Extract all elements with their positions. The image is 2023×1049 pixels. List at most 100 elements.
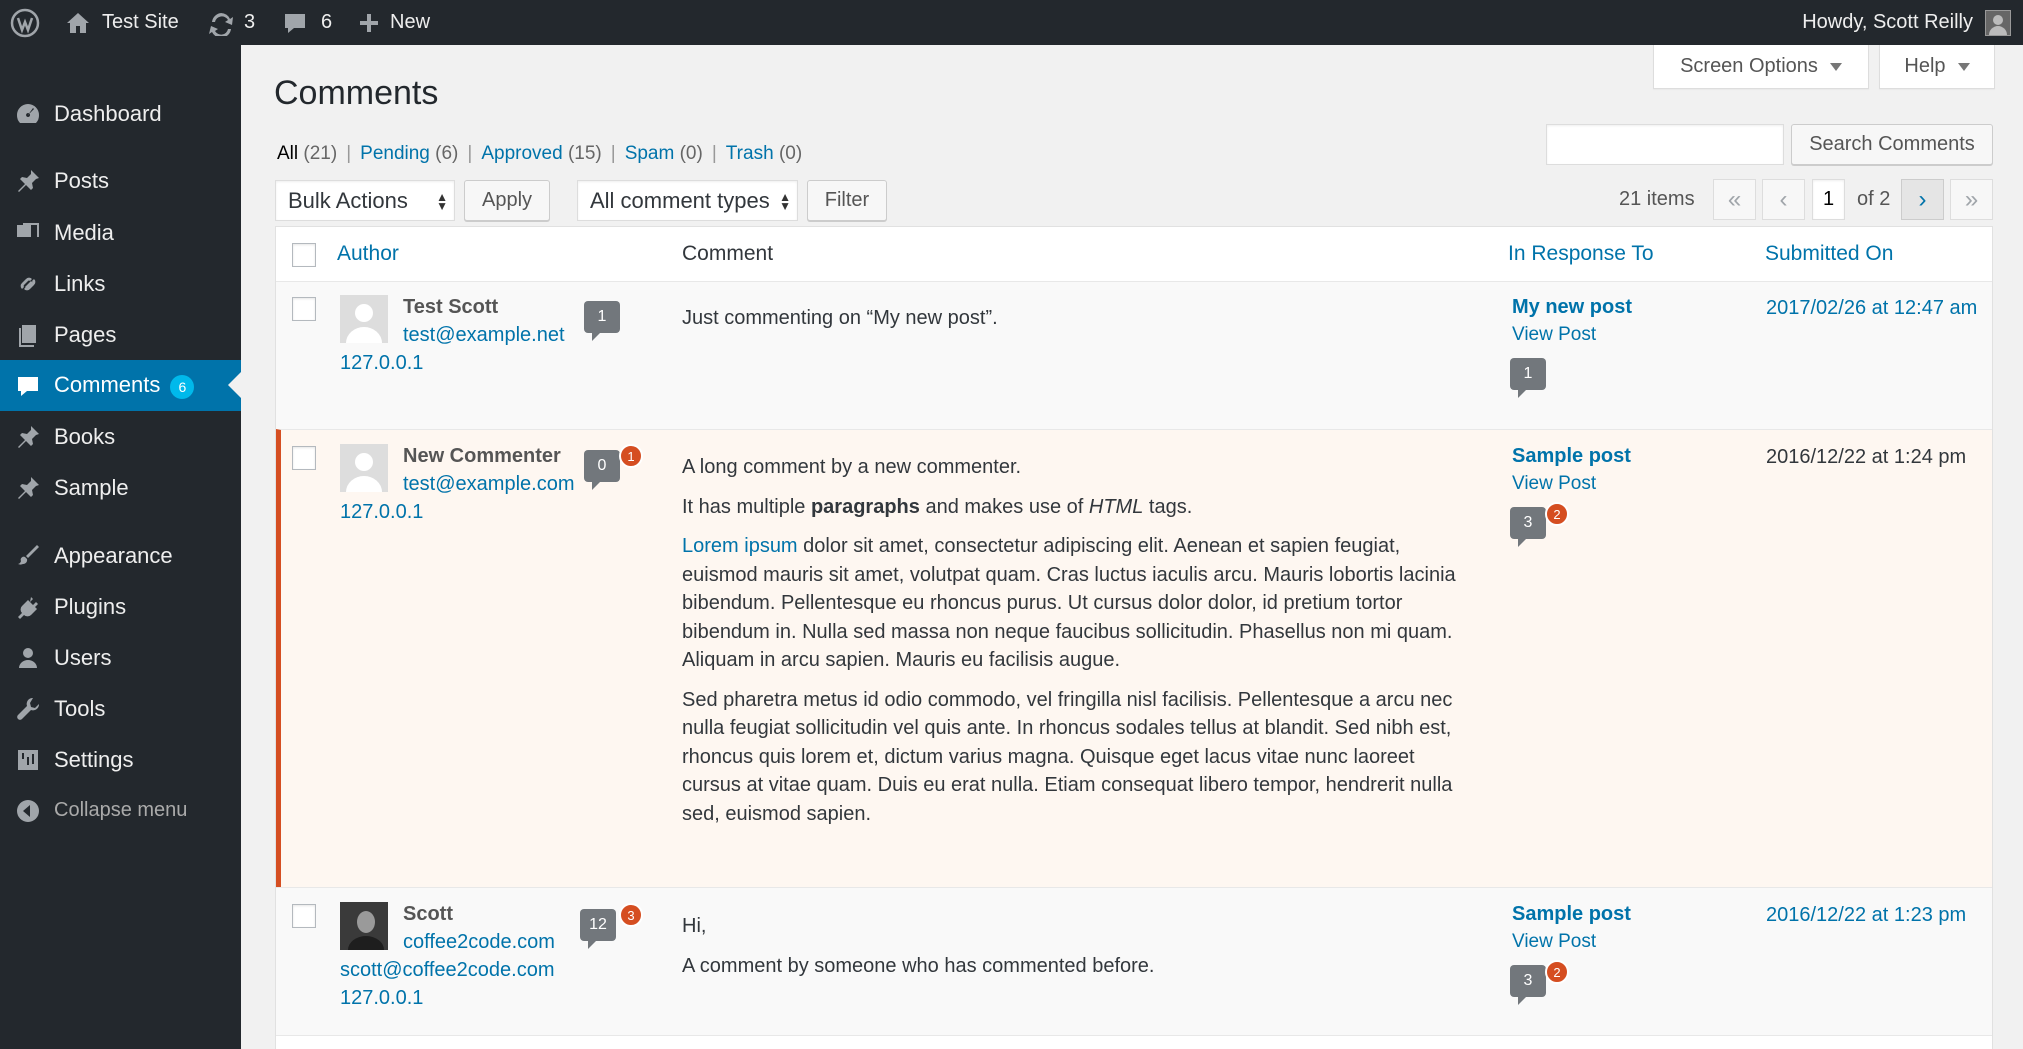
author-ip-link[interactable]: 127.0.0.1 [340, 987, 423, 1010]
filter-label: All [277, 143, 299, 164]
last-page-button[interactable]: » [1950, 179, 1993, 220]
current-page-input[interactable] [1812, 179, 1845, 220]
menu-label: Sample [54, 474, 129, 500]
author-approved-comments-bubble[interactable]: 1 [584, 301, 620, 341]
view-post-link[interactable]: View Post [1512, 473, 1596, 495]
filter-label: Pending [360, 143, 430, 164]
menu-comments[interactable]: Comments 6 [0, 360, 241, 411]
submitted-date: 2016/12/22 at 1:24 pm [1766, 446, 1967, 468]
response-post-link[interactable]: Sample post [1512, 903, 1631, 926]
filter-approved[interactable]: Approved (15) [481, 143, 601, 164]
menu-links[interactable]: Links [0, 258, 241, 309]
column-author[interactable]: Author [337, 226, 399, 281]
user-icon [14, 644, 42, 672]
row-checkbox[interactable] [292, 904, 316, 928]
account-menu[interactable]: Howdy, Scott Reilly [1802, 0, 2011, 45]
author-pending-comments-badge[interactable]: 1 [619, 444, 643, 468]
filter-spam[interactable]: Spam (0) [625, 143, 703, 164]
comment-type-select[interactable]: All comment types ▲ ▼ [577, 180, 798, 221]
filter-pending[interactable]: Pending (6) [360, 143, 458, 164]
site-name-link[interactable]: Test Site [66, 0, 179, 45]
author-approved-comments-bubble[interactable]: 0 [584, 450, 620, 490]
menu-users[interactable]: Users [0, 632, 241, 683]
first-page-button[interactable]: « [1713, 179, 1756, 220]
select-arrows-icon: ▲ ▼ [436, 190, 448, 213]
menu-plugins[interactable]: Plugins [0, 581, 241, 632]
menu-books[interactable]: Books [0, 411, 241, 462]
link-icon [14, 270, 42, 298]
menu-media[interactable]: Media [0, 207, 241, 258]
author-url-link[interactable]: coffee2code.com [403, 931, 555, 954]
menu-appearance[interactable]: Appearance [0, 530, 241, 581]
prev-page-button[interactable]: ‹ [1762, 179, 1805, 220]
filter-trash[interactable]: Trash (0) [726, 143, 802, 164]
author-email-link[interactable]: test@example.com [403, 473, 574, 496]
screen-options-button[interactable]: Screen Options [1653, 45, 1869, 89]
filter-button[interactable]: Filter [807, 180, 887, 221]
post-approved-comments-bubble[interactable]: 3 [1510, 965, 1546, 1005]
response-post-link[interactable]: Sample post [1512, 445, 1631, 468]
menu-label: Appearance [54, 542, 173, 568]
post-approved-comments-bubble[interactable]: 3 [1510, 507, 1546, 547]
author-pending-comments-badge[interactable]: 3 [619, 903, 643, 927]
post-approved-comments-bubble[interactable]: 1 [1510, 358, 1546, 398]
menu-label: Collapse menu [54, 799, 188, 821]
author-ip-link[interactable]: 127.0.0.1 [340, 352, 423, 375]
page-title: Comments [274, 74, 439, 112]
greeting: Howdy, Scott Reilly [1802, 11, 1973, 33]
new-content-link[interactable]: New [358, 0, 430, 45]
collapse-icon [14, 797, 42, 825]
row-checkbox[interactable] [292, 297, 316, 321]
media-icon [14, 219, 42, 247]
comment-icon [14, 372, 42, 400]
filter-count: (0) [778, 143, 803, 164]
menu-label: Media [54, 219, 114, 245]
menu-pages[interactable]: Pages [0, 309, 241, 360]
search-comments-button[interactable]: Search Comments [1791, 124, 1993, 165]
menu-settings[interactable]: Settings [0, 734, 241, 785]
post-pending-comments-badge[interactable]: 2 [1545, 502, 1569, 526]
avatar [340, 902, 388, 950]
menu-label: Links [54, 270, 106, 296]
menu-label: Books [54, 423, 116, 449]
filter-count: (6) [435, 143, 459, 164]
text: and makes use of [919, 495, 1089, 518]
submitted-date-link[interactable]: 2017/02/26 at 12:47 am [1766, 294, 1986, 323]
wrench-icon [14, 695, 42, 723]
search-input[interactable] [1546, 124, 1784, 165]
post-pending-comments-badge[interactable]: 2 [1545, 960, 1569, 984]
collapse-menu-button[interactable]: Collapse menu [0, 785, 241, 836]
row-checkbox[interactable] [292, 446, 316, 470]
bulk-actions-select[interactable]: Bulk Actions ▲ ▼ [275, 180, 455, 221]
help-button[interactable]: Help [1879, 45, 1995, 89]
separator: | [467, 143, 473, 164]
author-email-link[interactable]: test@example.net [403, 324, 565, 347]
column-submitted-on[interactable]: Submitted On [1765, 226, 1893, 281]
updates-link[interactable]: 3 [208, 0, 255, 45]
response-post-link[interactable]: My new post [1512, 296, 1632, 319]
filter-all[interactable]: All (21) [277, 143, 337, 164]
comments-link[interactable]: 6 [283, 0, 332, 45]
menu-posts[interactable]: Posts [0, 155, 241, 206]
submitted-date-link[interactable]: 2016/12/22 at 1:23 pm [1766, 901, 1986, 930]
filter-count: (15) [567, 143, 602, 164]
new-label: New [390, 11, 431, 33]
status-filter-links: All (21) | Pending (6) | Approved (15) | Spam … [277, 143, 802, 165]
view-post-link[interactable]: View Post [1512, 324, 1596, 346]
select-all-checkbox[interactable] [292, 243, 316, 267]
wordpress-logo-icon[interactable] [10, 0, 42, 45]
home-icon [66, 11, 90, 35]
author-email-link[interactable]: scott@coffee2code.com [340, 959, 555, 982]
view-post-link[interactable]: View Post [1512, 931, 1596, 953]
separator: | [346, 143, 352, 164]
next-page-button[interactable]: › [1901, 179, 1944, 220]
apply-button[interactable]: Apply [464, 180, 550, 221]
author-ip-link[interactable]: 127.0.0.1 [340, 501, 423, 524]
current-menu-arrow [228, 372, 241, 398]
column-in-response-to[interactable]: In Response To [1508, 226, 1654, 281]
menu-sample[interactable]: Sample [0, 462, 241, 513]
author-approved-comments-bubble[interactable]: 12 [580, 909, 616, 949]
comment-inline-link[interactable]: Lorem ipsum [682, 535, 798, 557]
menu-tools[interactable]: Tools [0, 683, 241, 734]
menu-dashboard[interactable]: Dashboard [0, 88, 241, 139]
